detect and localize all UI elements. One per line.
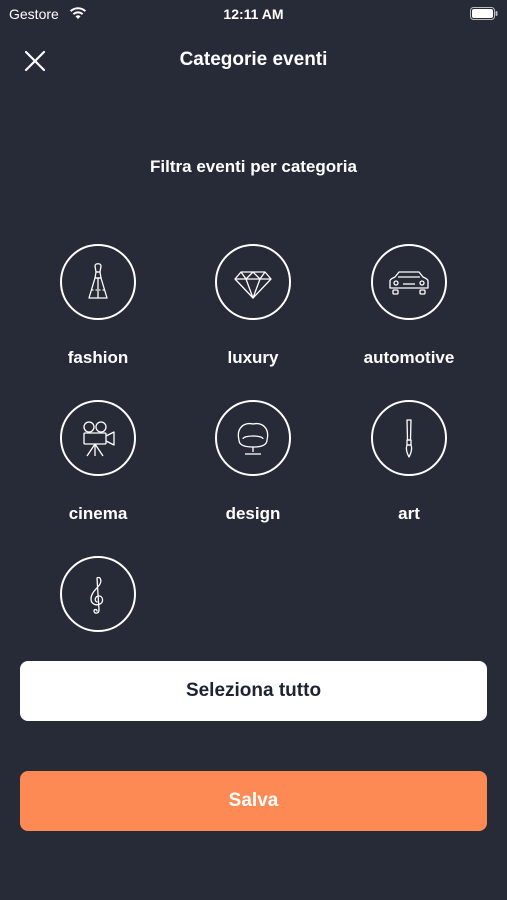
save-button[interactable]: Salva xyxy=(20,771,487,831)
category-art[interactable]: art xyxy=(334,400,484,540)
category-label: automotive xyxy=(363,348,455,367)
category-icon-circle xyxy=(60,400,136,476)
category-icon-circle xyxy=(60,556,136,632)
battery-icon xyxy=(470,7,498,20)
page-title: Categorie eventi xyxy=(179,49,328,70)
category-cinema[interactable]: cinema xyxy=(23,400,173,540)
clock: 12:11 AM xyxy=(223,6,284,22)
category-automotive[interactable]: automotive xyxy=(334,244,484,384)
filter-subtitle: Filtra eventi per categoria xyxy=(150,157,357,176)
category-icon-circle xyxy=(215,400,291,476)
category-luxury[interactable]: luxury xyxy=(178,244,328,384)
paintbrush-icon xyxy=(405,419,413,458)
car-icon xyxy=(389,271,429,295)
treble-clef-icon xyxy=(90,576,104,614)
category-label: cinema xyxy=(68,504,128,523)
dress-icon xyxy=(88,263,108,299)
category-design[interactable]: design xyxy=(178,400,328,540)
nav-bar: Categorie eventi xyxy=(0,40,507,80)
category-label: luxury xyxy=(227,348,279,367)
category-fashion[interactable]: fashion xyxy=(23,244,173,384)
status-bar: Gestore 12:11 AM xyxy=(0,0,507,28)
category-label: art xyxy=(398,504,420,523)
diamond-icon xyxy=(234,271,272,299)
movie-camera-icon xyxy=(83,421,115,457)
category-label: design xyxy=(225,504,281,523)
category-icon-circle xyxy=(371,244,447,320)
category-icon-circle xyxy=(371,400,447,476)
category-icon-circle xyxy=(215,244,291,320)
armchair-icon xyxy=(237,422,269,455)
category-label: fashion xyxy=(67,348,129,367)
category-icon-circle xyxy=(60,244,136,320)
select-all-button[interactable]: Seleziona tutto xyxy=(20,661,487,721)
